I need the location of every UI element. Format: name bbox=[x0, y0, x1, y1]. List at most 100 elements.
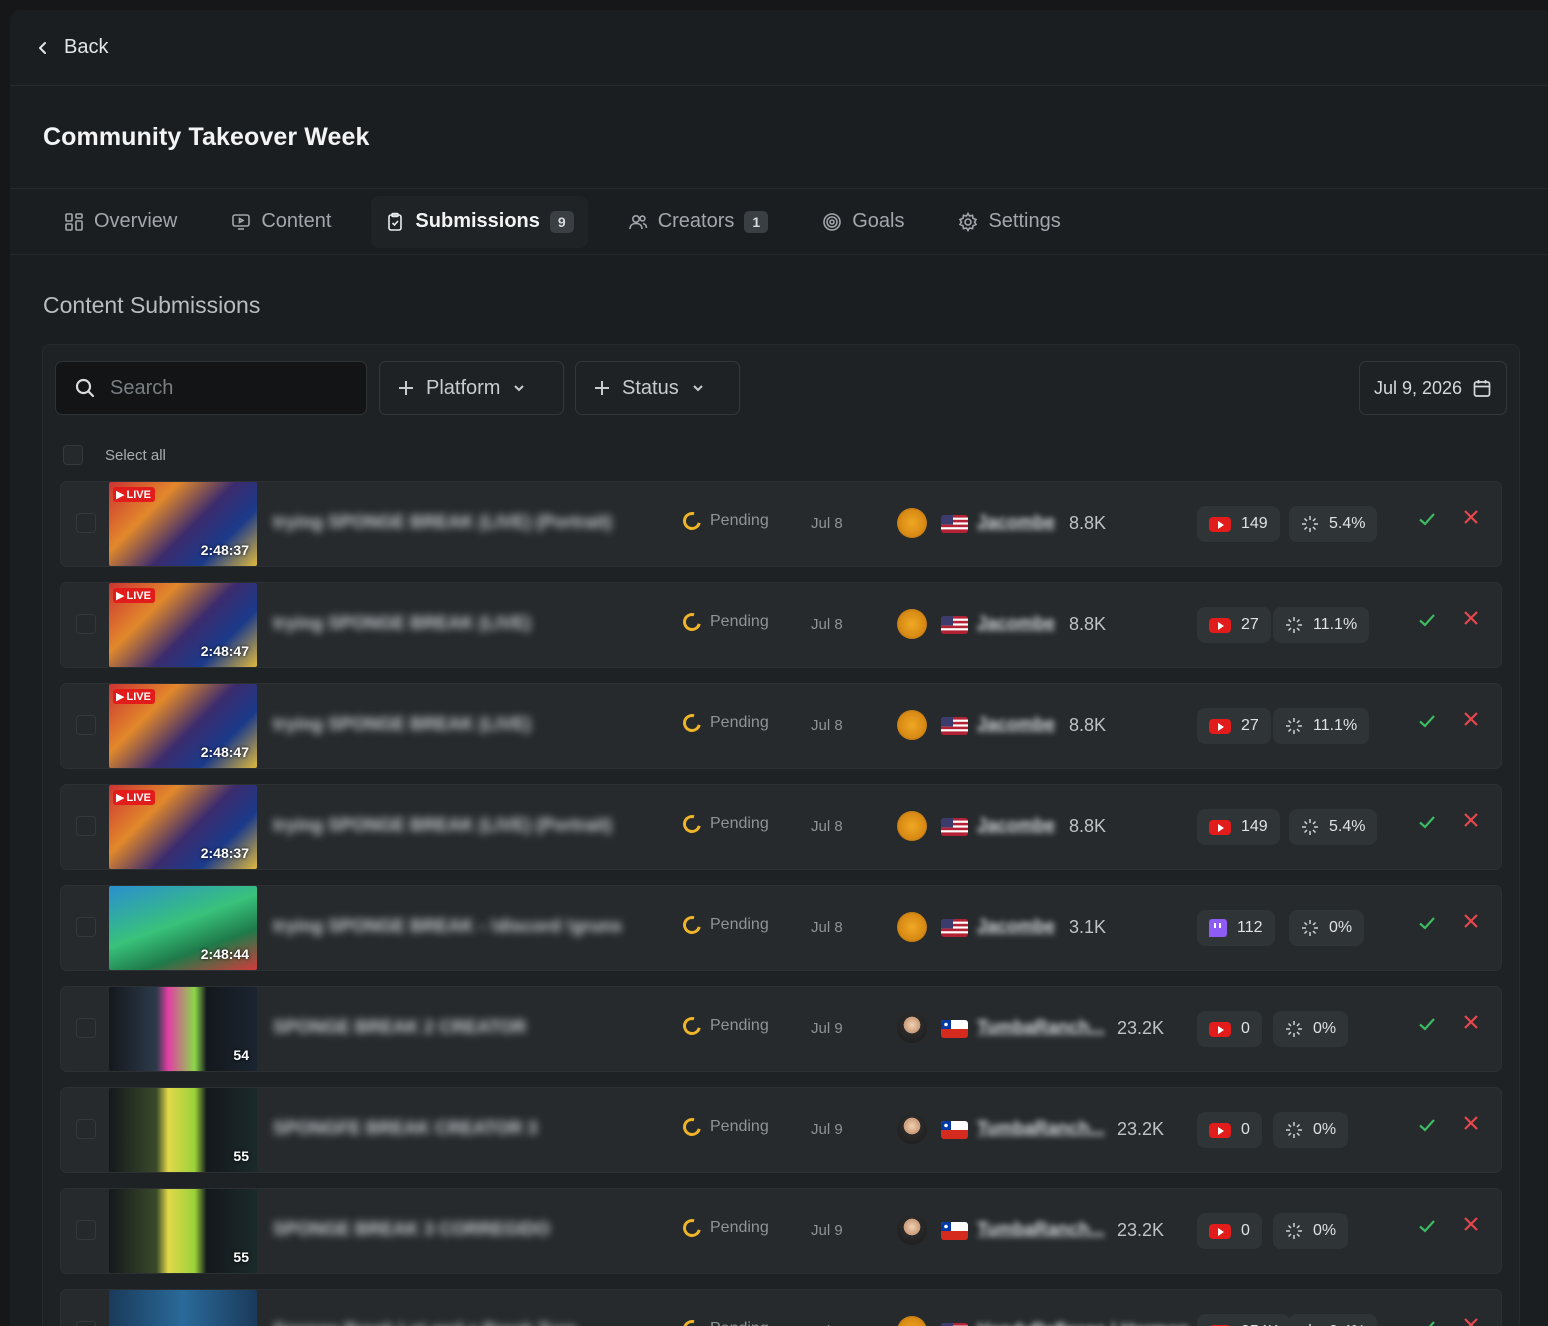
submission-row[interactable]: Sponge Break Let and a Break Turn Pending… bbox=[60, 1289, 1502, 1326]
tab-overview[interactable]: Overview bbox=[50, 196, 191, 248]
creator-link[interactable]: Jacombe bbox=[977, 916, 1055, 937]
creator-link[interactable]: Jacombe bbox=[977, 714, 1055, 735]
approve-button[interactable] bbox=[1417, 1216, 1437, 1242]
select-all-checkbox[interactable] bbox=[63, 445, 83, 465]
reject-button[interactable] bbox=[1461, 608, 1481, 634]
search-input[interactable] bbox=[110, 376, 330, 400]
submission-title[interactable]: trying SPONGE BREAK (LIVE) (Portrait) bbox=[273, 815, 612, 836]
reject-button[interactable] bbox=[1461, 507, 1481, 533]
filter-toolbar: Platform Status Jul 9, 2026 bbox=[55, 361, 1507, 415]
tab-settings[interactable]: Settings bbox=[944, 196, 1074, 248]
reject-button[interactable] bbox=[1461, 1315, 1481, 1326]
submission-row[interactable]: ▶ LIVE 2:48:47 trying SPONGE BREAK (LIVE) Pe… bbox=[60, 582, 1502, 668]
youtube-icon bbox=[1209, 718, 1231, 734]
approve-button[interactable] bbox=[1417, 913, 1437, 939]
grid-icon bbox=[65, 212, 83, 231]
creators-count-badge: 1 bbox=[744, 210, 769, 233]
approve-button[interactable] bbox=[1417, 1317, 1437, 1326]
status-indicator: Pending bbox=[679, 710, 769, 736]
reject-button[interactable] bbox=[1461, 709, 1481, 735]
plus-icon bbox=[399, 381, 413, 395]
submissions-list: ▶ LIVE 2:48:37 trying SPONGE BREAK (LIVE) (… bbox=[60, 481, 1502, 1326]
submission-title[interactable]: SPONGE BREAK 2 CREATOR bbox=[273, 1017, 526, 1038]
creator-followers: 8.8K bbox=[1069, 816, 1107, 836]
row-checkbox[interactable] bbox=[76, 513, 96, 533]
submission-title[interactable]: SPONGE BREAK 3 CORREGIDO bbox=[273, 1219, 550, 1240]
creator-link[interactable]: Jacombe bbox=[977, 613, 1055, 634]
title-bar: Community Takeover Week bbox=[10, 86, 1548, 189]
submission-title[interactable]: trying SPONGE BREAK (LIVE) bbox=[273, 714, 531, 735]
video-thumbnail[interactable] bbox=[109, 1290, 257, 1326]
reject-button[interactable] bbox=[1461, 1012, 1481, 1038]
row-checkbox[interactable] bbox=[76, 614, 96, 634]
submission-row[interactable]: ▶ LIVE 2:48:37 trying SPONGE BREAK (LIVE) (… bbox=[60, 784, 1502, 870]
pending-spinner-icon bbox=[679, 1215, 705, 1241]
row-checkbox[interactable] bbox=[76, 715, 96, 735]
submission-title[interactable]: SPONGFE BREAK CREATOR 3 bbox=[273, 1118, 537, 1139]
video-thumbnail[interactable]: 2:48:44 bbox=[109, 886, 257, 970]
creator-followers: 8.8K bbox=[1069, 513, 1107, 533]
row-checkbox[interactable] bbox=[76, 816, 96, 836]
video-thumbnail[interactable]: 55 bbox=[109, 1189, 257, 1273]
row-checkbox[interactable] bbox=[76, 917, 96, 937]
sparkle-icon bbox=[1286, 1122, 1302, 1138]
submission-row[interactable]: 55 SPONGE BREAK 3 CORREGIDO Pending Jul 9 Tu… bbox=[60, 1188, 1502, 1274]
approve-button[interactable] bbox=[1417, 610, 1437, 636]
submission-row[interactable]: 54 SPONGE BREAK 2 CREATOR Pending Jul 9 Tumb… bbox=[60, 986, 1502, 1072]
search-icon bbox=[75, 378, 95, 398]
creator-link[interactable]: TumbaRanch... bbox=[977, 1118, 1105, 1139]
creator-link[interactable]: Jacombe bbox=[977, 512, 1055, 533]
tab-content[interactable]: Content bbox=[217, 196, 345, 248]
approve-button[interactable] bbox=[1417, 812, 1437, 838]
creator-link[interactable]: TumbaRanch... bbox=[977, 1017, 1105, 1038]
reject-button[interactable] bbox=[1461, 1214, 1481, 1240]
approve-button[interactable] bbox=[1417, 1115, 1437, 1141]
creator-link[interactable]: Jacombe bbox=[977, 815, 1055, 836]
engagement-pill: 0% bbox=[1273, 1011, 1349, 1047]
status-label: Pending bbox=[710, 1320, 769, 1326]
tab-submissions[interactable]: Submissions 9 bbox=[371, 195, 588, 248]
views-pill: 149 bbox=[1197, 506, 1280, 542]
video-thumbnail[interactable]: ▶ LIVE 2:48:47 bbox=[109, 684, 257, 768]
submission-title[interactable]: trying SPONGE BREAK (LIVE) bbox=[273, 613, 531, 634]
submission-row[interactable]: ▶ LIVE 2:48:37 trying SPONGE BREAK (LIVE) (… bbox=[60, 481, 1502, 567]
row-checkbox[interactable] bbox=[76, 1220, 96, 1240]
pending-spinner-icon bbox=[679, 1013, 705, 1039]
sparkle-icon bbox=[1302, 516, 1318, 532]
tab-goals[interactable]: Goals bbox=[808, 196, 918, 248]
target-icon bbox=[823, 212, 842, 231]
row-checkbox[interactable] bbox=[76, 1018, 96, 1038]
submission-title[interactable]: Sponge Break Let and a Break Turn bbox=[273, 1320, 577, 1326]
approve-button[interactable] bbox=[1417, 509, 1437, 535]
submission-date: Jul 9 bbox=[811, 1020, 843, 1037]
video-thumbnail[interactable]: ▶ LIVE 2:48:47 bbox=[109, 583, 257, 667]
row-checkbox[interactable] bbox=[76, 1321, 96, 1326]
approve-button[interactable] bbox=[1417, 1014, 1437, 1040]
date-picker-button[interactable]: Jul 9, 2026 bbox=[1359, 361, 1507, 415]
engagement-pill: 0% bbox=[1273, 1213, 1349, 1249]
back-button[interactable]: Back bbox=[36, 36, 108, 59]
video-thumbnail[interactable]: ▶ LIVE 2:48:37 bbox=[109, 482, 257, 566]
approve-button[interactable] bbox=[1417, 711, 1437, 737]
submission-title[interactable]: trying SPONGE BREAK - !discord !gruns bbox=[273, 916, 622, 937]
creator-link[interactable]: TumbaRanch... bbox=[977, 1219, 1105, 1240]
submission-row[interactable]: 2:48:44 trying SPONGE BREAK - !discord !g… bbox=[60, 885, 1502, 971]
video-thumbnail[interactable]: 54 bbox=[109, 987, 257, 1071]
submission-row[interactable]: ▶ LIVE 2:48:47 trying SPONGE BREAK (LIVE) Pe… bbox=[60, 683, 1502, 769]
reject-button[interactable] bbox=[1461, 1113, 1481, 1139]
tab-creators[interactable]: Creators 1 bbox=[614, 196, 783, 248]
reject-button[interactable] bbox=[1461, 810, 1481, 836]
row-checkbox[interactable] bbox=[76, 1119, 96, 1139]
reject-button[interactable] bbox=[1461, 911, 1481, 937]
status-filter-button[interactable]: Status bbox=[575, 361, 740, 415]
video-thumbnail[interactable]: ▶ LIVE 2:48:37 bbox=[109, 785, 257, 869]
platform-filter-button[interactable]: Platform bbox=[379, 361, 564, 415]
close-icon bbox=[1464, 1015, 1478, 1029]
check-icon bbox=[1419, 1018, 1435, 1031]
submission-title[interactable]: trying SPONGE BREAK (LIVE) (Portrait) bbox=[273, 512, 612, 533]
submission-row[interactable]: 55 SPONGFE BREAK CREATOR 3 Pending Jul 9 Tum… bbox=[60, 1087, 1502, 1173]
views-pill: 27 bbox=[1197, 708, 1271, 744]
video-thumbnail[interactable]: 55 bbox=[109, 1088, 257, 1172]
creator-link[interactable]: HandyReflexes | Harmon... bbox=[977, 1320, 1204, 1326]
close-icon bbox=[1464, 813, 1478, 827]
